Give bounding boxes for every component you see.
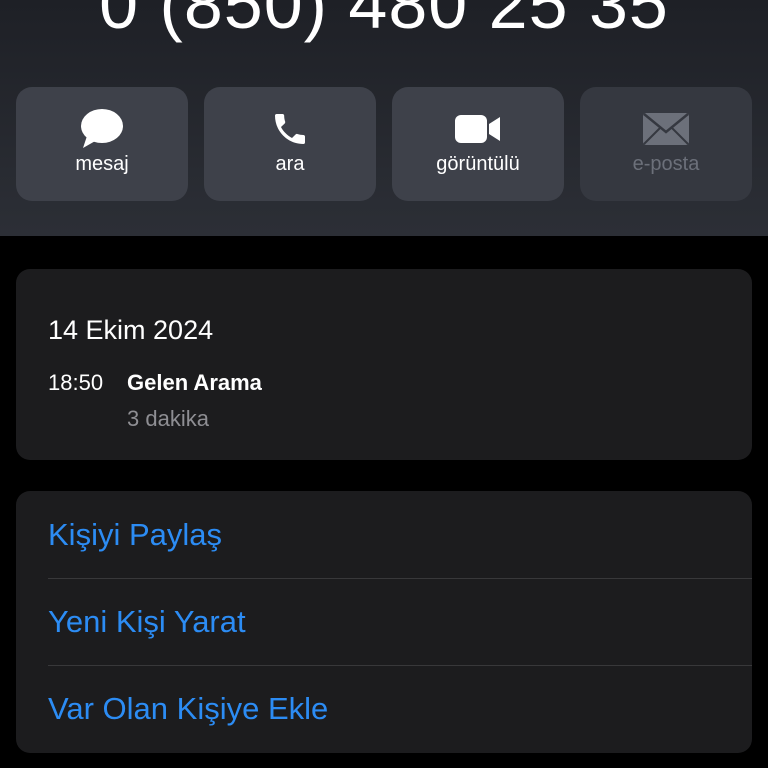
envelope-icon [642, 107, 690, 151]
call-button-label: ara [275, 153, 305, 175]
call-time: 18:50 [48, 370, 104, 395]
video-camera-icon [454, 107, 502, 151]
add-to-existing-contact-item[interactable]: Var Olan Kişiye Ekle [48, 665, 752, 752]
call-button[interactable]: ara [204, 87, 376, 201]
video-call-button[interactable]: görüntülü [392, 87, 564, 201]
call-type: Gelen Arama [127, 370, 262, 395]
share-contact-item[interactable]: Kişiyi Paylaş [48, 491, 752, 578]
video-call-button-label: görüntülü [436, 153, 520, 175]
action-buttons: mesaj ara görüntülü e-posta [16, 87, 752, 201]
phone-icon [270, 107, 310, 151]
call-duration: 3 dakika [127, 406, 209, 431]
contact-actions-menu: Kişiyi Paylaş Yeni Kişi Yarat Var Olan K… [16, 491, 752, 753]
call-date: 14 Ekim 2024 [48, 315, 214, 345]
email-button[interactable]: e-posta [580, 87, 752, 201]
contact-header: 0 (850) 480 25 35 mesaj ara görüntülü e-… [0, 0, 768, 236]
message-bubble-icon [79, 107, 125, 151]
message-button[interactable]: mesaj [16, 87, 188, 201]
create-new-contact-item[interactable]: Yeni Kişi Yarat [48, 578, 752, 665]
call-history-card: 14 Ekim 2024 18:50 Gelen Arama 3 dakika [16, 269, 752, 460]
message-button-label: mesaj [75, 153, 129, 175]
phone-number: 0 (850) 480 25 35 [99, 0, 669, 43]
email-button-label: e-posta [632, 153, 700, 175]
